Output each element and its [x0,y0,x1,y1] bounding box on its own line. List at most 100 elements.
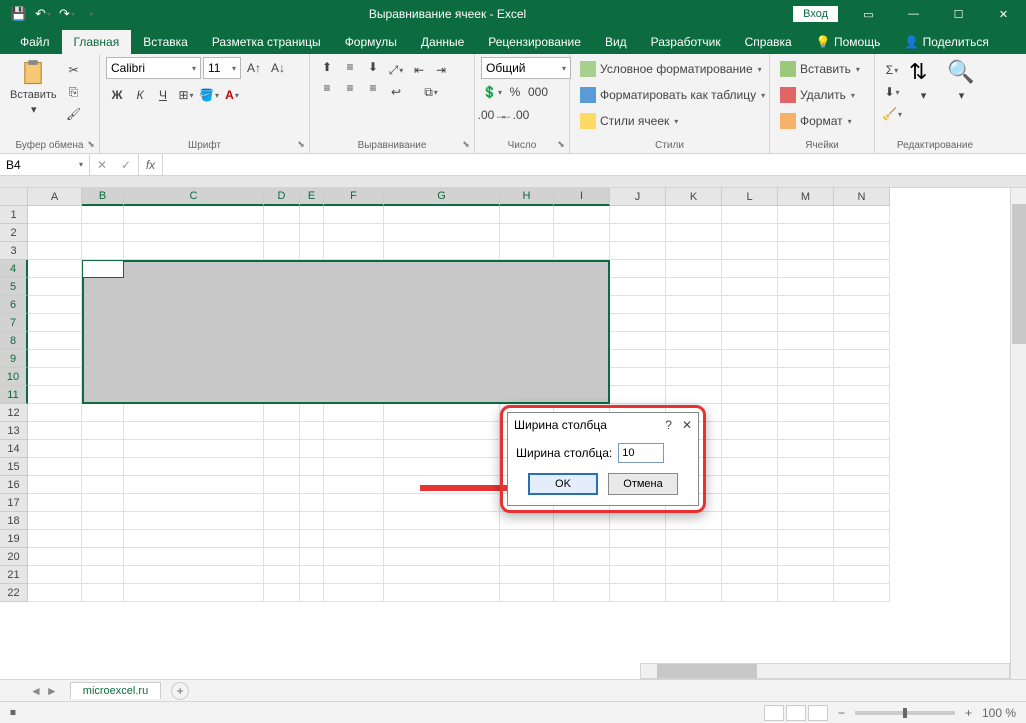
cell[interactable] [778,494,834,512]
paste-button[interactable]: Вставить ▾ [6,57,61,118]
cell[interactable] [264,548,300,566]
column-header[interactable]: I [554,188,610,206]
cell[interactable] [384,206,500,224]
cell[interactable] [666,566,722,584]
zoom-level[interactable]: 100 % [982,706,1016,720]
cell[interactable] [778,260,834,278]
cell[interactable] [722,566,778,584]
cell[interactable] [384,242,500,260]
dialog-close-icon[interactable]: ✕ [682,418,692,432]
dialog-help-icon[interactable]: ? [665,418,672,432]
cell[interactable] [834,332,890,350]
cell[interactable] [834,530,890,548]
cell[interactable] [300,422,324,440]
dialog-launcher-icon[interactable]: ⬊ [85,139,97,151]
row-header[interactable]: 11 [0,386,28,404]
horizontal-scrollbar[interactable] [640,663,1010,679]
tab-разработчик[interactable]: Разработчик [639,30,733,54]
cancel-button[interactable]: Отмена [608,473,678,495]
cell[interactable] [834,314,890,332]
column-header[interactable]: M [778,188,834,206]
cell[interactable] [300,404,324,422]
column-header[interactable]: D [264,188,300,206]
sheet-prev-icon[interactable]: ◄ [30,684,42,698]
select-all-corner[interactable] [0,188,28,206]
cell[interactable] [28,530,82,548]
cell[interactable] [500,548,554,566]
cell[interactable] [28,422,82,440]
column-header[interactable]: A [28,188,82,206]
cell[interactable] [722,242,778,260]
borders-icon[interactable]: ⊞▾ [175,85,197,105]
cell[interactable] [500,584,554,602]
column-header[interactable]: B [82,188,124,206]
cell[interactable] [554,530,610,548]
comma-icon[interactable]: 000 [527,82,549,102]
dialog-launcher-icon[interactable]: ⬊ [295,139,307,151]
cell[interactable] [834,260,890,278]
cell[interactable] [778,548,834,566]
cell[interactable] [124,404,264,422]
format-as-table-button[interactable]: Форматировать как таблицу▾ [576,83,769,107]
cell[interactable] [722,224,778,242]
font-color-icon[interactable]: A▾ [221,85,243,105]
cell[interactable] [666,260,722,278]
cell[interactable] [264,494,300,512]
cell[interactable] [722,458,778,476]
cell[interactable] [778,296,834,314]
cell[interactable] [300,206,324,224]
cell[interactable] [384,422,500,440]
tab-вид[interactable]: Вид [593,30,639,54]
cell[interactable] [554,584,610,602]
cell[interactable] [124,512,264,530]
cell[interactable] [28,566,82,584]
cell[interactable] [722,314,778,332]
cell[interactable] [324,242,384,260]
row-header[interactable]: 18 [0,512,28,530]
format-cells-button[interactable]: Формат▾ [776,109,856,133]
cell[interactable] [28,242,82,260]
cell[interactable] [666,314,722,332]
cell[interactable] [778,224,834,242]
maximize-icon[interactable]: ☐ [936,0,981,28]
cell[interactable] [554,566,610,584]
cell[interactable] [722,386,778,404]
cell[interactable] [666,350,722,368]
cell[interactable] [324,458,384,476]
cell[interactable] [82,548,124,566]
cell[interactable] [778,530,834,548]
column-header[interactable]: L [722,188,778,206]
align-top-icon[interactable]: ⬆ [316,57,338,77]
row-header[interactable]: 9 [0,350,28,368]
align-middle-icon[interactable]: ≡ [339,57,361,77]
cell[interactable] [500,224,554,242]
cell[interactable] [300,458,324,476]
tab-разметка страницы[interactable]: Разметка страницы [200,30,333,54]
row-header[interactable]: 8 [0,332,28,350]
cell[interactable] [778,350,834,368]
cell[interactable] [384,458,500,476]
cell[interactable] [778,332,834,350]
italic-button[interactable]: К [129,85,151,105]
column-header[interactable]: C [124,188,264,206]
cell[interactable] [384,224,500,242]
view-layout-icon[interactable] [786,705,806,721]
cell[interactable] [722,206,778,224]
cell[interactable] [324,566,384,584]
row-header[interactable]: 7 [0,314,28,332]
cell[interactable] [264,422,300,440]
cell[interactable] [124,494,264,512]
increase-font-icon[interactable]: A↑ [243,58,265,78]
redo-icon[interactable]: ↷▾ [56,3,78,25]
cell[interactable] [264,584,300,602]
column-header[interactable]: F [324,188,384,206]
row-header[interactable]: 3 [0,242,28,260]
cell[interactable] [324,548,384,566]
autosum-icon[interactable]: Σ▾ [881,60,903,80]
cell[interactable] [778,242,834,260]
row-header[interactable]: 17 [0,494,28,512]
cell[interactable] [834,350,890,368]
cell[interactable] [554,242,610,260]
cell[interactable] [722,260,778,278]
underline-button[interactable]: Ч [152,85,174,105]
